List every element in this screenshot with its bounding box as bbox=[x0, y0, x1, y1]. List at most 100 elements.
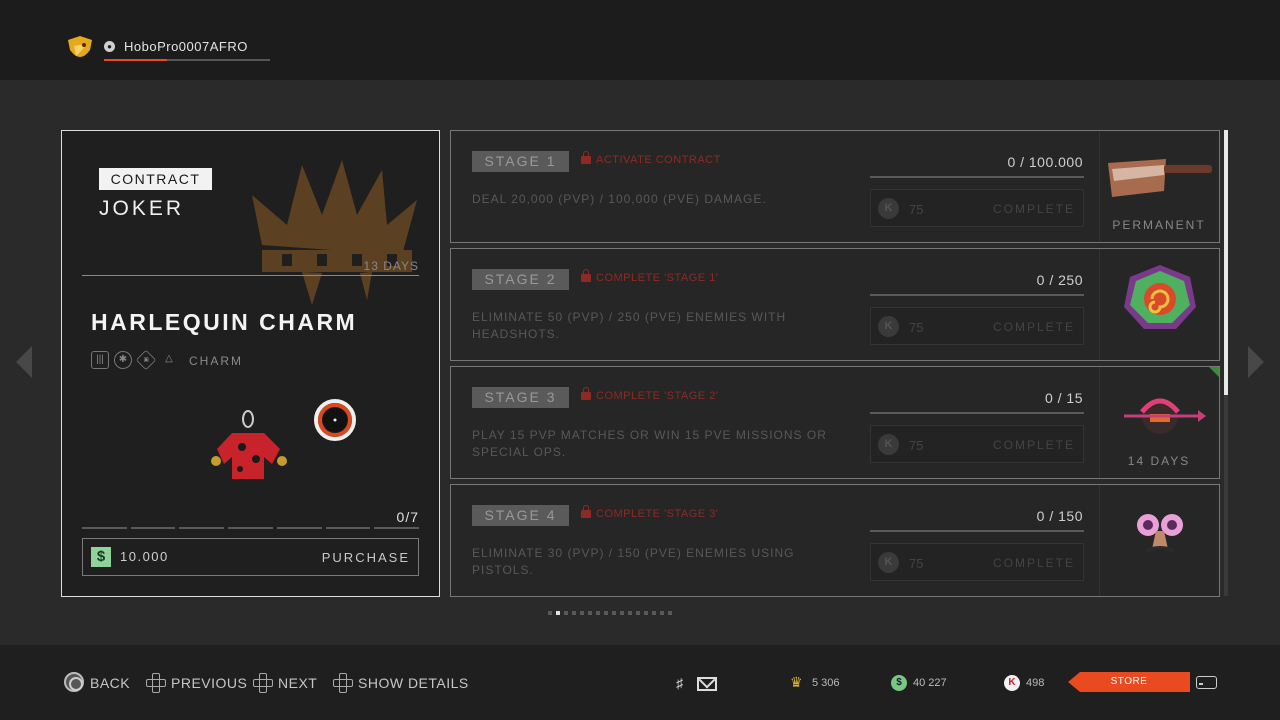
harlequin-charm-icon bbox=[211, 410, 287, 479]
stage-list[interactable]: STAGE 1 ACTIVATE CONTRACT DEAL 20,000 (P… bbox=[450, 130, 1220, 600]
complete-label: COMPLETE bbox=[992, 202, 1075, 216]
stage-status-text: ACTIVATE CONTRACT bbox=[596, 154, 721, 166]
show-details-hint[interactable]: SHOW DETAILS bbox=[332, 672, 468, 693]
k-credit-icon: K bbox=[878, 198, 899, 219]
progress-segment bbox=[82, 527, 127, 529]
complete-button[interactable]: K 75 COMPLETE bbox=[870, 543, 1084, 581]
progress-segments bbox=[82, 527, 420, 529]
progress-segment bbox=[374, 527, 420, 529]
stage-status-text: COMPLETE 'STAGE 1' bbox=[596, 272, 719, 284]
page-dot bbox=[652, 611, 656, 615]
clan-emblem-icon bbox=[68, 36, 92, 57]
next-contract-arrow-icon[interactable] bbox=[1248, 346, 1264, 378]
reward-caption: 14 DAYS bbox=[1127, 454, 1191, 468]
arrow-helmet-icon bbox=[1124, 398, 1206, 434]
page-dot bbox=[596, 611, 600, 615]
page-dot bbox=[612, 611, 616, 615]
k-credit-cost: 75 bbox=[909, 202, 924, 217]
stage-card[interactable]: STAGE 2 COMPLETE 'STAGE 1' ELIMINATE 50 … bbox=[450, 248, 1220, 361]
page-dot bbox=[572, 611, 576, 615]
inbox-icon[interactable]: ♯ bbox=[676, 675, 692, 691]
stage-badge: STAGE 1 bbox=[472, 151, 569, 172]
page-indicator bbox=[548, 611, 672, 616]
mail-icon[interactable] bbox=[697, 677, 717, 691]
item-modes: ||| ✱ ◈ △ CHARM bbox=[91, 349, 291, 371]
stage-progress-bar bbox=[870, 530, 1084, 532]
user-profile[interactable]: ● HoboPro0007AFRO bbox=[104, 38, 270, 64]
complete-label: COMPLETE bbox=[992, 320, 1075, 334]
stage-list-scrollbar[interactable] bbox=[1224, 130, 1228, 596]
stage-description: DEAL 20,000 (PVP) / 100,000 (PVE) DAMAGE… bbox=[472, 192, 767, 206]
purchase-button[interactable]: $ 10.000 PURCHASE bbox=[82, 538, 419, 576]
progress-segment bbox=[276, 527, 322, 529]
circle-button-icon bbox=[64, 672, 84, 692]
stage-goal: 0 / 100.000 bbox=[1007, 154, 1083, 170]
stage-card[interactable]: STAGE 3 COMPLETE 'STAGE 2' PLAY 15 PVP M… bbox=[450, 366, 1220, 479]
store-button[interactable]: STORE bbox=[1068, 672, 1190, 692]
page-dot bbox=[644, 611, 648, 615]
reward-caption: PERMANENT bbox=[1112, 218, 1206, 232]
crown-icon: ♛ bbox=[790, 674, 803, 690]
gamertag: HoboPro0007AFRO bbox=[124, 39, 248, 54]
page-dot bbox=[636, 611, 640, 615]
page-dot bbox=[548, 611, 552, 615]
lock-icon bbox=[581, 387, 591, 400]
previous-hint[interactable]: PREVIOUS bbox=[145, 673, 247, 693]
next-hint[interactable]: NEXT bbox=[252, 673, 317, 693]
days-remaining: 13 DAYS bbox=[363, 259, 419, 273]
progress-segment bbox=[179, 527, 225, 529]
cash-icon: $ bbox=[891, 675, 907, 691]
page-dot bbox=[620, 611, 624, 615]
item-name: HARLEQUIN CHARM bbox=[91, 309, 358, 335]
progress-segment bbox=[130, 527, 176, 529]
stage-status-text: COMPLETE 'STAGE 3' bbox=[596, 508, 719, 520]
platform-icon: ● bbox=[104, 41, 115, 52]
cleaver-icon bbox=[1108, 159, 1212, 197]
k-credits-balance: K 498 bbox=[1004, 675, 1054, 691]
stage-progress-bar bbox=[870, 412, 1084, 414]
novelty-glasses-icon bbox=[1137, 514, 1183, 553]
item-type: CHARM bbox=[189, 354, 243, 368]
next-label: NEXT bbox=[278, 675, 318, 691]
lock-icon bbox=[581, 269, 591, 282]
complete-button[interactable]: K 75 COMPLETE bbox=[870, 189, 1084, 227]
reticle-icon bbox=[314, 399, 356, 441]
lock-icon bbox=[581, 151, 591, 164]
scrollbar-thumb[interactable] bbox=[1224, 130, 1228, 395]
stage-badge: STAGE 4 bbox=[472, 505, 569, 526]
dz-mode-icon: ✱ bbox=[114, 351, 132, 369]
stage-goal: 0 / 15 bbox=[1044, 390, 1083, 406]
contract-panel[interactable]: CONTRACT JOKER 13 DAYS HARLEQUIN CHARM |… bbox=[61, 130, 440, 597]
stage-badge: STAGE 2 bbox=[472, 269, 569, 290]
stage-goal: 0 / 150 bbox=[1036, 508, 1083, 524]
complete-button[interactable]: K 75 COMPLETE bbox=[870, 425, 1084, 463]
stage-status-text: COMPLETE 'STAGE 2' bbox=[596, 390, 719, 402]
page-dot bbox=[668, 611, 672, 615]
cash-icon: $ bbox=[91, 547, 111, 567]
previous-contract-arrow-icon[interactable] bbox=[16, 346, 32, 378]
stage-progress-bar bbox=[870, 294, 1084, 296]
stage-description: PLAY 15 PVP MATCHES OR WIN 15 PVE MISSIO… bbox=[472, 428, 827, 459]
divider bbox=[82, 275, 419, 276]
stage-status: COMPLETE 'STAGE 1' bbox=[581, 269, 719, 288]
stage-badge: STAGE 3 bbox=[472, 387, 569, 408]
page-dot bbox=[564, 611, 568, 615]
complete-button[interactable]: K 75 COMPLETE bbox=[870, 307, 1084, 345]
stage-card[interactable]: STAGE 1 ACTIVATE CONTRACT DEAL 20,000 (P… bbox=[450, 130, 1220, 243]
contract-progress: 0/7 bbox=[396, 509, 419, 525]
stage-status: COMPLETE 'STAGE 3' bbox=[581, 505, 719, 524]
stage-card[interactable]: STAGE 4 COMPLETE 'STAGE 3' ELIMINATE 30 … bbox=[450, 484, 1220, 597]
page-dot bbox=[604, 611, 608, 615]
bottom-bar: BACK PREVIOUS NEXT SHOW DETAILS ♯ ♛ 5 30… bbox=[0, 645, 1280, 720]
back-hint[interactable]: BACK bbox=[64, 672, 134, 693]
divider bbox=[1099, 485, 1100, 596]
purchase-label: PURCHASE bbox=[321, 550, 410, 565]
stage-progress-bar bbox=[870, 176, 1084, 178]
touchpad-icon[interactable] bbox=[1196, 676, 1217, 689]
dpad-up-icon bbox=[332, 672, 353, 693]
complete-label: COMPLETE bbox=[992, 556, 1075, 570]
page-dot bbox=[588, 611, 592, 615]
progress-segment bbox=[325, 527, 371, 529]
page-dot bbox=[580, 611, 584, 615]
purchase-price: 10.000 bbox=[120, 549, 169, 564]
